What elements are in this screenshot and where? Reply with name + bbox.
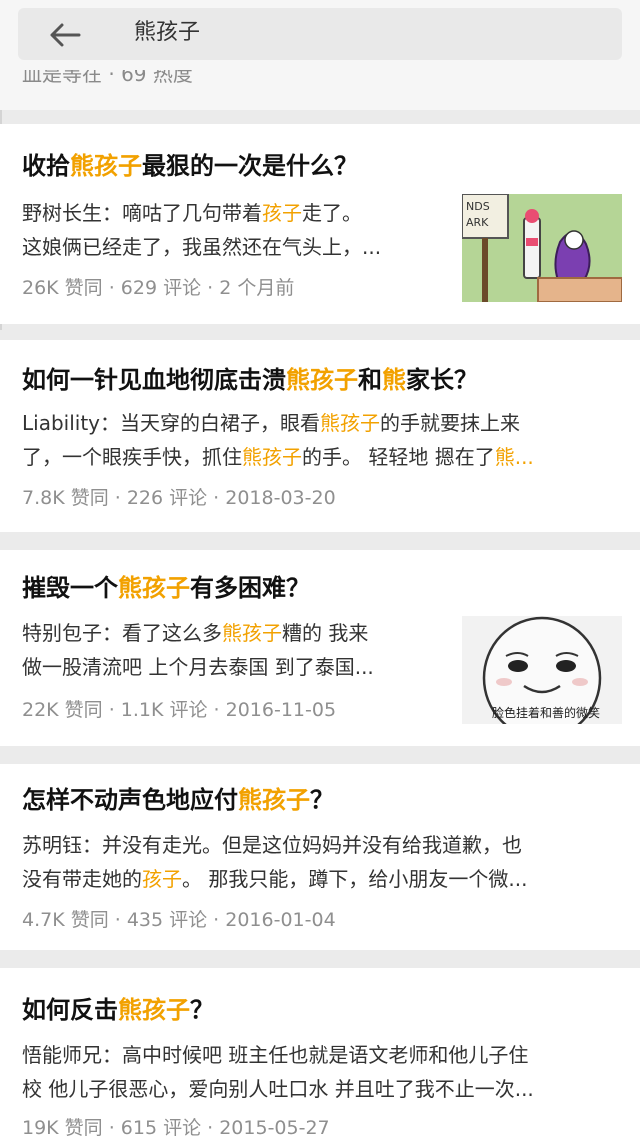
result-meta: 19K 赞同 · 615 评论 · 2015-05-27: [22, 1117, 330, 1139]
result-title[interactable]: 怎样不动声色地应付熊孩子？: [22, 784, 334, 816]
result-card[interactable]: 如何反击熊孩子？ 悟能师兄：高中时候吧 班主任也就是语文老师和他儿子住 校 他儿…: [0, 968, 640, 1141]
result-card[interactable]: 摧毁一个熊孩子有多困难？ 特别包子：看了这么多熊孩子糟的 我来 做一股清流吧 上…: [0, 550, 640, 746]
svg-text:NDS: NDS: [466, 200, 490, 213]
result-card[interactable]: 如何一针见血地彻底击溃熊孩子和熊家长？ Liability：当天穿的白裙子，眼看…: [0, 340, 640, 532]
result-snippet: 苏明钰：并没有走光。但是这位妈妈并没有给我道歉，也: [22, 833, 522, 857]
result-meta: 7.8K 赞同 · 226 评论 · 2018-03-20: [22, 487, 336, 509]
result-snippet: 做一股清流吧 上个月去泰国 到了泰国...: [22, 655, 374, 679]
result-snippet: 悟能师兄：高中时候吧 班主任也就是语文老师和他儿子住: [22, 1043, 529, 1067]
result-title[interactable]: 收拾熊孩子最狠的一次是什么？: [22, 150, 358, 182]
result-title[interactable]: 如何一针见血地彻底击溃熊孩子和熊家长？: [22, 364, 478, 396]
svg-text:ARK: ARK: [466, 216, 489, 229]
result-snippet: 这娘俩已经走了，我虽然还在气头上，...: [22, 235, 382, 259]
previous-result-meta: 血是等在 · 69 热度: [22, 62, 193, 86]
result-snippet: 了，一个眼疾手快，抓住熊孩子的手。 轻轻地 摁在了熊...: [22, 445, 534, 469]
cartoon-image[interactable]: NDS ARK: [462, 194, 622, 302]
meme-face-image[interactable]: 脸色挂着和善的微笑: [462, 616, 622, 724]
meme-caption: 脸色挂着和善的微笑: [492, 706, 601, 720]
search-header: 熊孩子 血是等在 · 69 热度: [0, 0, 640, 110]
result-title[interactable]: 如何反击熊孩子？: [22, 994, 214, 1026]
result-meta: 26K 赞同 · 629 评论 · 2 个月前: [22, 277, 295, 299]
result-meta: 22K 赞同 · 1.1K 评论 · 2016-11-05: [22, 699, 337, 721]
result-snippet: 校 他儿子很恶心，爱向别人吐口水 并且吐了我不止一次...: [22, 1077, 534, 1101]
result-card[interactable]: 怎样不动声色地应付熊孩子？ 苏明钰：并没有走光。但是这位妈妈并没有给我道歉，也 …: [0, 764, 640, 950]
result-snippet: Liability：当天穿的白裙子，眼看熊孩子的手就要抹上来: [22, 411, 520, 435]
result-snippet: 特别包子：看了这么多熊孩子糟的 我来: [22, 621, 369, 645]
result-snippet: 没有带走她的孩子。 那我只能，蹲下，给小朋友一个微...: [22, 867, 528, 891]
result-title[interactable]: 摧毁一个熊孩子有多困难？: [22, 572, 310, 604]
result-snippet: 野树长生：嘀咕了几句带着孩子走了。: [22, 201, 362, 225]
arrow-left-icon[interactable]: [48, 22, 82, 48]
result-card[interactable]: 收拾熊孩子最狠的一次是什么？ 野树长生：嘀咕了几句带着孩子走了。 这娘俩已经走了…: [0, 124, 640, 324]
search-box[interactable]: 熊孩子: [18, 8, 622, 60]
result-meta: 4.7K 赞同 · 435 评论 · 2016-01-04: [22, 909, 336, 931]
search-query[interactable]: 熊孩子: [134, 20, 200, 46]
